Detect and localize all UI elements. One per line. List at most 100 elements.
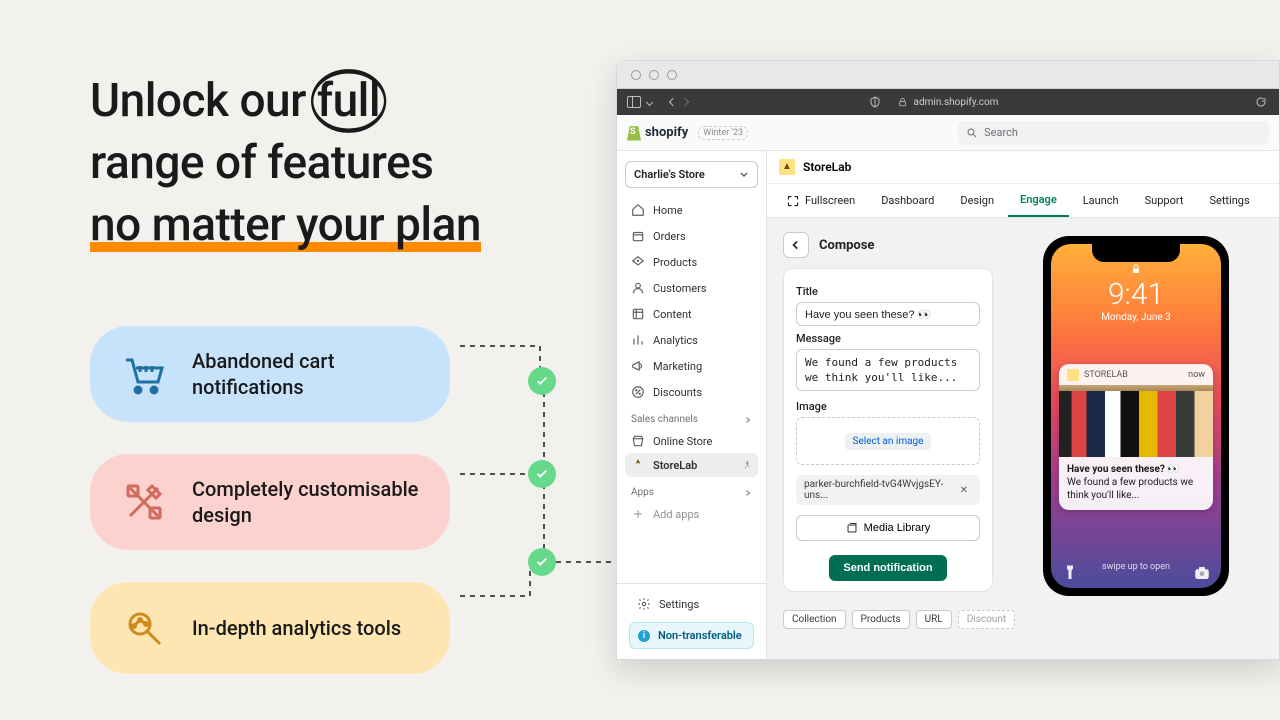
window-controls [617, 61, 1279, 89]
tab-support[interactable]: Support [1133, 184, 1196, 217]
chip-collection[interactable]: Collection [783, 610, 846, 629]
tab-engage[interactable]: Engage [1008, 184, 1069, 217]
select-image-link[interactable]: Select an image [845, 433, 932, 450]
check-badge [528, 460, 556, 488]
chip-url[interactable]: URL [916, 610, 952, 629]
library-icon [846, 522, 858, 534]
nav-products[interactable]: Products [625, 250, 758, 274]
store-icon [631, 434, 645, 448]
shopify-topbar: shopify Winter '23 Search [617, 115, 1279, 151]
lock-icon [898, 97, 908, 107]
chip-discount[interactable]: Discount [958, 610, 1015, 629]
chevron-right-icon[interactable] [744, 489, 752, 497]
shopify-wordmark: shopify [645, 125, 688, 140]
traffic-min[interactable] [649, 70, 659, 80]
notif-body-text: We found a few products we think you'll … [1067, 476, 1205, 502]
title-input[interactable] [796, 302, 980, 326]
sales-channels-heading: Sales channels [625, 404, 758, 429]
nav-analytics[interactable]: Analytics [625, 328, 758, 352]
title-label: Title [796, 285, 980, 298]
flashlight-icon [1061, 564, 1079, 582]
url-host: admin.shopify.com [914, 97, 999, 108]
lock-screen-header: 9:41 Monday, June 3 [1051, 262, 1221, 323]
compose-heading: Compose [819, 238, 874, 253]
back-button[interactable] [783, 232, 809, 258]
message-label: Message [796, 332, 980, 345]
storelab-tile-icon: ▲ [779, 159, 795, 175]
compose-card: Title Message We found a few products we… [783, 268, 993, 592]
sidebar-toggle-icon[interactable] [627, 96, 641, 108]
headline-part2: range of features [90, 136, 433, 190]
nav-settings[interactable]: Settings [631, 592, 752, 616]
apps-heading: Apps [625, 477, 758, 502]
nav-orders[interactable]: Orders [625, 224, 758, 248]
feature-label: Abandoned cart notifications [192, 348, 420, 400]
alert-non-transferable: iNon-transferable [629, 622, 754, 649]
check-badge [528, 367, 556, 395]
nav-customers[interactable]: Customers [625, 276, 758, 300]
nav-storelab[interactable]: StoreLab [625, 453, 758, 477]
tab-launch[interactable]: Launch [1071, 184, 1131, 217]
search-placeholder: Search [984, 126, 1018, 139]
app-main: ▲ StoreLab Fullscreen Dashboard Design E… [767, 151, 1279, 659]
browser-window: admin.shopify.com shopify Winter '23 Sea… [616, 60, 1280, 660]
pin-icon[interactable] [742, 460, 752, 470]
customers-icon [631, 281, 645, 295]
lock-date: Monday, June 3 [1051, 312, 1221, 323]
info-icon: i [638, 630, 650, 642]
chevron-down-icon[interactable] [646, 98, 653, 105]
traffic-close[interactable] [631, 70, 641, 80]
nav-discounts[interactable]: Discounts [625, 380, 758, 404]
tab-design[interactable]: Design [948, 184, 1006, 217]
shopify-logo[interactable]: shopify [627, 125, 688, 141]
forward-icon[interactable] [681, 98, 689, 106]
traffic-max[interactable] [667, 70, 677, 80]
tab-fullscreen[interactable]: Fullscreen [775, 184, 867, 217]
season-tag: Winter '23 [698, 126, 748, 140]
headline-underlined: no matter your plan [90, 198, 481, 252]
nav-content[interactable]: Content [625, 302, 758, 326]
notification-card: STORELAB now Have you seen these? 👀 We f… [1059, 364, 1213, 510]
nav-marketing[interactable]: Marketing [625, 354, 758, 378]
search-icon [966, 127, 978, 139]
feature-label: Completely customisable design [192, 476, 420, 528]
shopify-bag-icon [627, 125, 641, 141]
admin-sidebar: Charlie's Store Home Orders Products Cus… [617, 151, 767, 659]
media-library-button[interactable]: Media Library [796, 515, 980, 541]
chip-products[interactable]: Products [852, 610, 910, 629]
tab-settings[interactable]: Settings [1197, 184, 1261, 217]
image-file-chip: parker-burchfield-tvG4WvjgsEY-uns... ✕ [796, 475, 980, 505]
image-dropzone[interactable]: Select an image [796, 417, 980, 465]
phone-preview: 9:41 Monday, June 3 STORELAB now [1043, 236, 1229, 596]
products-icon [631, 255, 645, 269]
chevron-right-icon[interactable] [744, 416, 752, 424]
store-selector[interactable]: Charlie's Store [625, 161, 758, 188]
privacy-shield-icon[interactable] [869, 96, 881, 108]
tab-dashboard[interactable]: Dashboard [869, 184, 946, 217]
reload-icon[interactable] [1255, 96, 1267, 108]
notif-app-icon [1067, 369, 1079, 381]
message-textarea[interactable]: We found a few products we think you'll … [796, 349, 980, 391]
analytics-icon [120, 604, 168, 652]
app-header: ▲ StoreLab [767, 151, 1279, 184]
camera-icon [1193, 564, 1211, 582]
content-icon [631, 307, 645, 321]
nav-home[interactable]: Home [625, 198, 758, 222]
nav-add-apps[interactable]: Add apps [625, 502, 758, 526]
send-notification-button[interactable]: Send notification [829, 555, 946, 581]
back-icon[interactable] [669, 98, 677, 106]
marketing-headline: Unlock our full range of features no mat… [90, 70, 560, 256]
discounts-icon [631, 385, 645, 399]
feature-label: In-depth analytics tools [192, 615, 401, 641]
app-tabs: Fullscreen Dashboard Design Engage Launc… [767, 184, 1279, 218]
nav-online-store[interactable]: Online Store [625, 429, 758, 453]
headline-part1: Unlock our [90, 74, 317, 128]
phone-notch [1092, 244, 1180, 262]
global-search[interactable]: Search [958, 121, 1269, 145]
store-name: Charlie's Store [634, 168, 705, 181]
image-label: Image [796, 400, 980, 413]
check-badge [528, 548, 556, 576]
remove-file-button[interactable]: ✕ [956, 485, 972, 496]
storelab-icon [631, 458, 645, 472]
gear-icon [637, 597, 651, 611]
